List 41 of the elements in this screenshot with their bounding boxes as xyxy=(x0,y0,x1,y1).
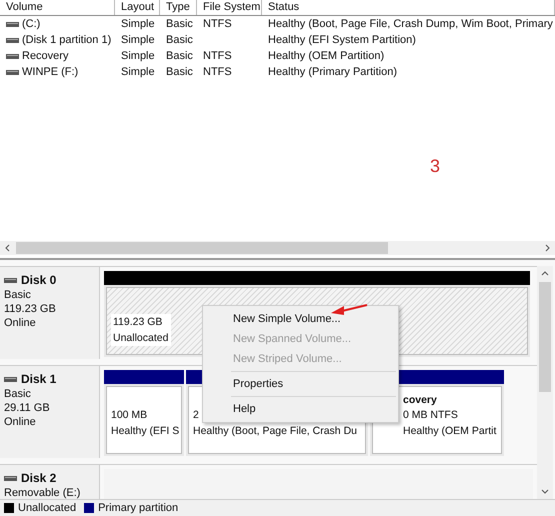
legend-label: Unallocated xyxy=(18,502,76,514)
partition-label: covery xyxy=(403,393,438,407)
table-cell: Healthy (EFI System Partition) xyxy=(268,34,416,46)
partition-info: Healthy (Boot, Page File, Crash Du xyxy=(193,424,357,439)
table-cell: Basic xyxy=(166,34,193,46)
table-cell: Healthy (Primary Partition) xyxy=(268,66,397,78)
table-cell: NTFS xyxy=(203,50,232,62)
table-cell: Recovery xyxy=(22,50,68,62)
disk-info: Removable (E:) xyxy=(4,486,82,500)
disk-name: Disk 2 xyxy=(21,471,56,485)
table-cell: (C:) xyxy=(22,18,40,30)
partition-info: 100 MB xyxy=(111,408,148,423)
table-cell: Healthy (OEM Partition) xyxy=(268,50,384,62)
table-cell: Basic xyxy=(166,18,193,30)
disk-info: 29.11 GB xyxy=(4,401,51,415)
table-cell: (Disk 1 partition 1) xyxy=(22,34,112,46)
table-cell: NTFS xyxy=(203,66,232,78)
table-cell: Basic xyxy=(166,66,193,78)
partition-info: 2 xyxy=(193,408,199,423)
disk-name: Disk 1 xyxy=(21,372,56,386)
disk-info: Basic xyxy=(4,288,32,302)
partition-info: Healthy (EFI S xyxy=(111,424,180,439)
table-cell: Simple xyxy=(121,50,155,62)
table-cell: Basic xyxy=(166,50,193,62)
disk-name: Disk 0 xyxy=(21,273,56,287)
table-cell: WINPE (F:) xyxy=(22,66,78,78)
partition-info: Healthy (OEM Partit xyxy=(403,424,496,439)
legend-label: Primary partition xyxy=(98,502,178,514)
partition-info: Unallocated xyxy=(111,330,171,346)
table-cell: Simple xyxy=(121,66,155,78)
partition-info: 119.23 GB xyxy=(111,314,171,330)
disk-info: Basic xyxy=(4,387,32,401)
annotation-number: 3 xyxy=(430,156,440,177)
table-cell: Healthy (Boot, Page File, Crash Dump, Wim Boot, Primary xyxy=(268,18,553,30)
disk-info: Online xyxy=(4,316,37,330)
disk-info: 119.23 GB xyxy=(4,302,57,316)
table-cell: Simple xyxy=(121,18,155,30)
disk-info: Online xyxy=(4,415,37,429)
partition-info: 0 MB NTFS xyxy=(403,408,458,423)
table-cell: NTFS xyxy=(203,18,232,30)
table-cell: Simple xyxy=(121,34,155,46)
